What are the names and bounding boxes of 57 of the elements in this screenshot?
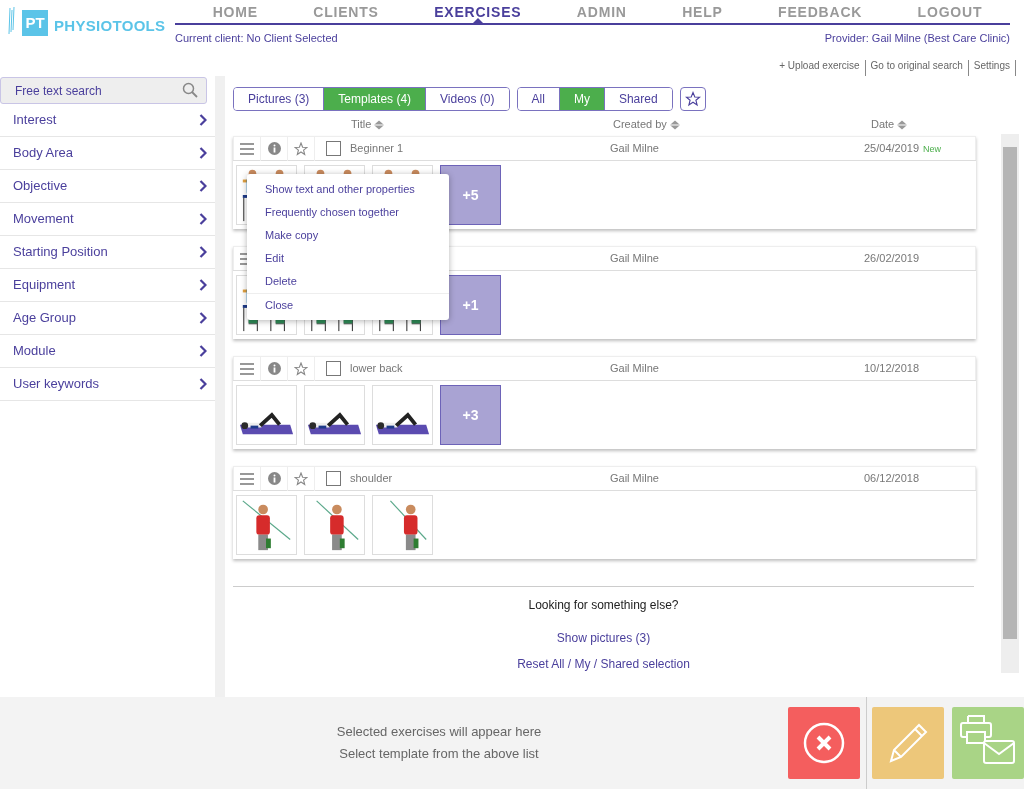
more-heading: Looking for something else? — [527, 597, 680, 614]
filter-tab[interactable]: Pictures (3) — [234, 88, 325, 110]
sort-icon — [374, 119, 385, 130]
menu-item[interactable]: Make copy — [247, 224, 449, 247]
logo-icon — [8, 6, 16, 36]
menu-item[interactable]: Show text and other properties — [247, 178, 449, 201]
template-title: lower back — [350, 362, 403, 375]
provider-info: Provider: Gail Milne (Best Care Clinic) — [824, 31, 1010, 46]
template-date: 25/04/2019 — [864, 142, 920, 155]
filter-tab[interactable]: All — [517, 88, 560, 110]
chevron-icon — [199, 114, 207, 126]
header-link[interactable]: Settings — [968, 60, 1016, 76]
clear-button[interactable] — [788, 707, 860, 779]
footer-message: Select template from the above list — [338, 745, 540, 763]
reset-link[interactable]: Show pictures (3) — [556, 629, 651, 647]
author-name: Gail Milne — [610, 252, 659, 265]
checkbox[interactable] — [326, 471, 341, 486]
author-name: Gail Milne — [610, 472, 659, 485]
column-header[interactable]: Date — [871, 115, 971, 132]
checkbox[interactable] — [326, 361, 341, 376]
template-title: Beginner 1 — [350, 142, 404, 155]
checkbox[interactable] — [326, 141, 341, 156]
template-title: shoulder — [350, 472, 393, 485]
sort-icon — [669, 119, 680, 130]
search-field[interactable]: Free text search — [0, 77, 207, 104]
column-header[interactable]: Created by — [613, 115, 871, 132]
sort-icon — [897, 119, 908, 130]
new-label: New — [923, 144, 942, 155]
chevron-icon — [199, 180, 207, 192]
current-client: Current client: No Client Selected — [175, 31, 338, 46]
column-header[interactable]: Title — [351, 115, 613, 132]
favorites-button[interactable] — [679, 87, 706, 111]
chevron-icon — [199, 312, 207, 324]
chevron-icon — [199, 246, 207, 258]
chevron-icon — [199, 378, 207, 390]
header-link[interactable]: + Upload exercise — [774, 60, 866, 76]
search-icon — [182, 82, 198, 98]
footer-message: Selected exercises will appear here — [335, 723, 543, 741]
close-icon — [802, 721, 846, 765]
nav-tab[interactable]: EXERCISES — [434, 0, 522, 23]
author-name: Gail Milne — [610, 142, 659, 155]
chevron-icon — [199, 147, 207, 159]
scrollbar[interactable] — [1001, 134, 1019, 673]
template-date: 10/12/2018 — [864, 362, 920, 375]
template-date: 06/12/2018 — [864, 472, 920, 485]
author-name: Gail Milne — [610, 362, 659, 375]
menu-item[interactable]: Edit — [247, 247, 449, 270]
logo-badge: PT — [22, 10, 48, 36]
template-date: 26/02/2019 — [864, 252, 920, 265]
header-link[interactable]: Go to original search — [865, 60, 969, 76]
menu-item[interactable]: Delete — [247, 270, 449, 293]
brand-name: PHYSIOTOOLS — [54, 16, 166, 36]
reset-link[interactable]: Reset All / My / Shared selection — [517, 655, 690, 673]
menu-item[interactable]: Frequently chosen together — [247, 201, 449, 224]
chevron-icon — [199, 345, 207, 357]
chevron-icon — [199, 279, 207, 291]
chevron-icon — [199, 213, 207, 225]
